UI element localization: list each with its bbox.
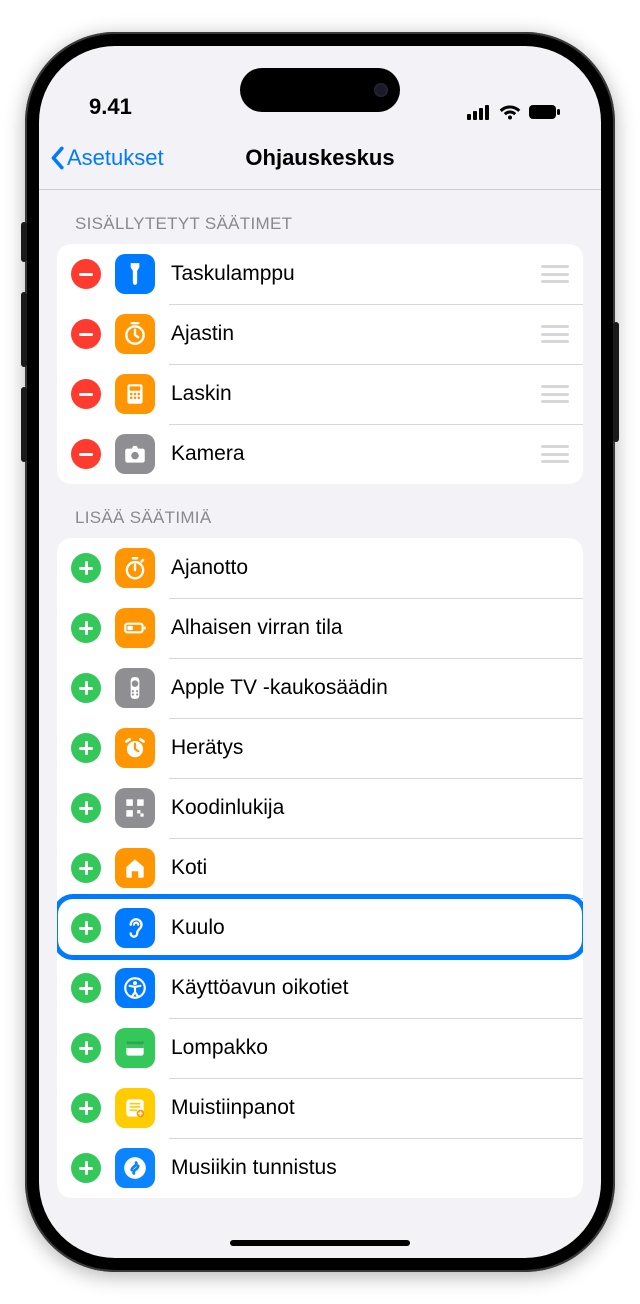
control-row-alarm: Herätys xyxy=(57,718,583,778)
reorder-handle-timer[interactable] xyxy=(541,325,569,343)
a11y-icon xyxy=(115,968,155,1008)
control-row-home: Koti xyxy=(57,838,583,898)
control-row-shazam: Musiikin tunnistus xyxy=(57,1138,583,1198)
control-label-alarm: Herätys xyxy=(171,736,569,760)
reorder-handle-camera[interactable] xyxy=(541,445,569,463)
control-label-qrcode: Koodinlukija xyxy=(171,796,569,820)
control-row-timer: Ajastin xyxy=(57,304,583,364)
screen: 9.41 Asetukset Ohjauskeskus SISÄLLYTETYT… xyxy=(39,46,601,1258)
add-button-a11y[interactable] xyxy=(71,973,101,1003)
alarm-icon xyxy=(115,728,155,768)
nav-bar: Asetukset Ohjauskeskus xyxy=(39,126,601,190)
add-button-stopwatch[interactable] xyxy=(71,553,101,583)
volume-up-button xyxy=(21,292,27,367)
back-label: Asetukset xyxy=(67,145,164,171)
hearing-icon xyxy=(115,908,155,948)
control-label-appletv: Apple TV -kaukosäädin xyxy=(171,676,569,700)
flashlight-icon xyxy=(115,254,155,294)
group-included: Taskulamppu Ajastin Laskin Kamera xyxy=(57,244,583,484)
control-row-hearing: Kuulo xyxy=(57,898,583,958)
control-row-lowpower: Alhaisen virran tila xyxy=(57,598,583,658)
calculator-icon xyxy=(115,374,155,414)
control-row-a11y: Käyttöavun oikotiet xyxy=(57,958,583,1018)
add-button-qrcode[interactable] xyxy=(71,793,101,823)
control-row-notes: Muistiinpanot xyxy=(57,1078,583,1138)
group-more: Ajanotto Alhaisen virran tila Apple TV -ka… xyxy=(57,538,583,1198)
control-label-lowpower: Alhaisen virran tila xyxy=(171,616,569,640)
control-label-timer: Ajastin xyxy=(171,322,541,346)
cellular-icon xyxy=(467,104,491,120)
status-time: 9.41 xyxy=(89,94,132,120)
remove-button-calculator[interactable] xyxy=(71,379,101,409)
add-button-lowpower[interactable] xyxy=(71,613,101,643)
iphone-frame: 9.41 Asetukset Ohjauskeskus SISÄLLYTETYT… xyxy=(25,32,615,1272)
lowpower-icon xyxy=(115,608,155,648)
wifi-icon xyxy=(499,104,521,120)
stopwatch-icon xyxy=(115,548,155,588)
control-label-notes: Muistiinpanot xyxy=(171,1096,569,1120)
control-label-flashlight: Taskulamppu xyxy=(171,262,541,286)
volume-down-button xyxy=(21,387,27,462)
remove-button-timer[interactable] xyxy=(71,319,101,349)
add-button-shazam[interactable] xyxy=(71,1153,101,1183)
chevron-left-icon xyxy=(49,146,65,170)
control-label-camera: Kamera xyxy=(171,442,541,466)
camera-icon xyxy=(115,434,155,474)
control-row-qrcode: Koodinlukija xyxy=(57,778,583,838)
page-title: Ohjauskeskus xyxy=(245,145,394,171)
reorder-handle-calculator[interactable] xyxy=(541,385,569,403)
control-label-shazam: Musiikin tunnistus xyxy=(171,1156,569,1180)
battery-icon xyxy=(529,104,561,120)
section-header-more: LISÄÄ SÄÄTIMIÄ xyxy=(57,484,583,538)
timer-icon xyxy=(115,314,155,354)
notes-icon xyxy=(115,1088,155,1128)
add-button-wallet[interactable] xyxy=(71,1033,101,1063)
control-label-a11y: Käyttöavun oikotiet xyxy=(171,976,569,1000)
shazam-icon xyxy=(115,1148,155,1188)
control-label-stopwatch: Ajanotto xyxy=(171,556,569,580)
control-row-appletv: Apple TV -kaukosäädin xyxy=(57,658,583,718)
appletv-icon xyxy=(115,668,155,708)
control-label-calculator: Laskin xyxy=(171,382,541,406)
add-button-appletv[interactable] xyxy=(71,673,101,703)
remove-button-flashlight[interactable] xyxy=(71,259,101,289)
control-label-home: Koti xyxy=(171,856,569,880)
dynamic-island xyxy=(240,68,400,112)
reorder-handle-flashlight[interactable] xyxy=(541,265,569,283)
control-row-flashlight: Taskulamppu xyxy=(57,244,583,304)
qrcode-icon xyxy=(115,788,155,828)
side-button xyxy=(613,322,619,442)
wallet-icon xyxy=(115,1028,155,1068)
front-camera xyxy=(374,83,388,97)
mute-switch xyxy=(21,222,27,262)
add-button-notes[interactable] xyxy=(71,1093,101,1123)
control-row-camera: Kamera xyxy=(57,424,583,484)
content: SISÄLLYTETYT SÄÄTIMET Taskulamppu Ajastin… xyxy=(39,190,601,1198)
remove-button-camera[interactable] xyxy=(71,439,101,469)
add-button-alarm[interactable] xyxy=(71,733,101,763)
control-label-wallet: Lompakko xyxy=(171,1036,569,1060)
back-button[interactable]: Asetukset xyxy=(49,145,164,171)
add-button-hearing[interactable] xyxy=(71,913,101,943)
section-header-included: SISÄLLYTETYT SÄÄTIMET xyxy=(57,190,583,244)
control-label-hearing: Kuulo xyxy=(171,916,569,940)
add-button-home[interactable] xyxy=(71,853,101,883)
control-row-calculator: Laskin xyxy=(57,364,583,424)
control-row-stopwatch: Ajanotto xyxy=(57,538,583,598)
home-indicator xyxy=(230,1240,410,1246)
home-icon xyxy=(115,848,155,888)
control-row-wallet: Lompakko xyxy=(57,1018,583,1078)
